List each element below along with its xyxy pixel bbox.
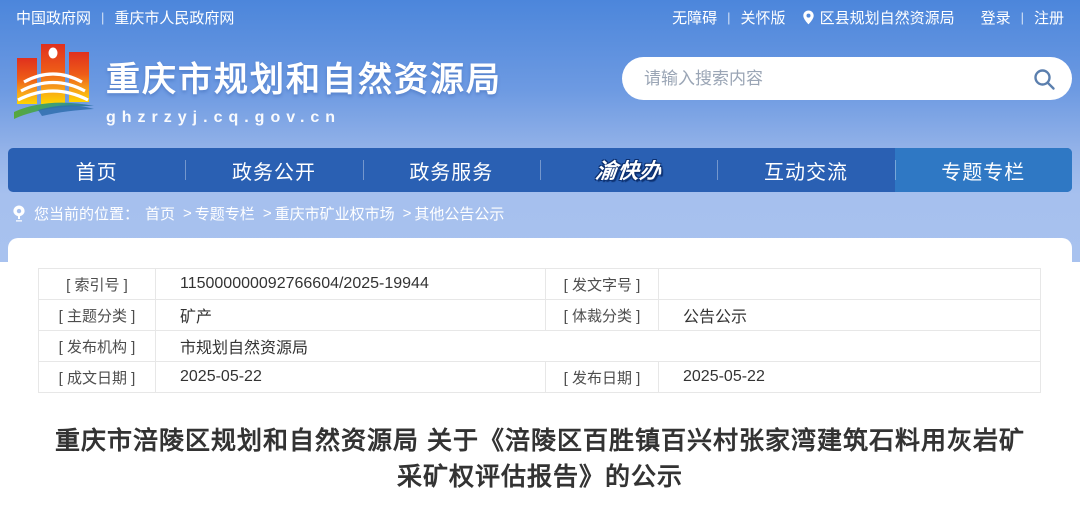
- crumb-other-notices[interactable]: 其他公告公示: [414, 203, 504, 224]
- meta-value-publish-date: 2025-05-22: [659, 362, 1041, 393]
- meta-value-doc-no: [659, 269, 1041, 300]
- crumb-special-topics[interactable]: 专题专栏: [195, 203, 255, 224]
- breadcrumb-prefix: 您当前的位置：: [34, 203, 139, 224]
- breadcrumb-separator: >: [403, 205, 412, 222]
- table-row: [ 主题分类 ] 矿产 [ 体裁分类 ] 公告公示: [39, 300, 1041, 331]
- table-row: [ 发布机构 ] 市规划自然资源局: [39, 331, 1041, 362]
- meta-label-topic-class: [ 主题分类 ]: [39, 300, 156, 331]
- main-nav: 首页 政务公开 政务服务 渝快办 互动交流 专题专栏: [8, 148, 1072, 192]
- topbar-left-links: 中国政府网 | 重庆市人民政府网: [16, 7, 234, 28]
- nav-label: 互动交流: [764, 156, 848, 185]
- nav-label: 政务服务: [409, 156, 493, 185]
- crumb-home[interactable]: 首页: [145, 203, 175, 224]
- crumb-mining-rights-market[interactable]: 重庆市矿业权市场: [275, 203, 395, 224]
- link-care-version[interactable]: 关怀版: [741, 7, 786, 28]
- site-title: 重庆市规划和自然资源局: [106, 52, 502, 101]
- article-title-line2: 采矿权评估报告》的公示: [8, 459, 1072, 495]
- table-row: [ 索引号 ] 115000000092766604/2025-19944 [ …: [39, 269, 1041, 300]
- meta-label-written-date: [ 成文日期 ]: [39, 362, 156, 393]
- location-pin-icon: [12, 205, 26, 222]
- divider: |: [101, 10, 104, 25]
- yukuaiban-logo: 渝快办: [594, 155, 664, 185]
- article-title-line1: 重庆市涪陵区规划和自然资源局 关于《涪陵区百胜镇百兴村张家湾建筑石料用灰岩矿: [8, 423, 1072, 459]
- link-district-bureaus[interactable]: 区县规划自然资源局: [820, 7, 955, 28]
- location-pin-icon: [802, 10, 815, 25]
- brand-text: 重庆市规划和自然资源局 ghzrzyj.cq.gov.cn: [106, 40, 502, 127]
- nav-interaction[interactable]: 互动交流: [717, 148, 894, 192]
- nav-label: 专题专栏: [941, 156, 1025, 185]
- link-china-gov[interactable]: 中国政府网: [16, 7, 91, 28]
- breadcrumb: 您当前的位置： 首页 > 专题专栏 > 重庆市矿业权市场 > 其他公告公示: [12, 203, 504, 224]
- meta-label-doc-no: [ 发文字号 ]: [546, 269, 659, 300]
- meta-label-index-no: [ 索引号 ]: [39, 269, 156, 300]
- meta-label-publish-date: [ 发布日期 ]: [546, 362, 659, 393]
- bureau-logo-icon: [14, 40, 94, 129]
- breadcrumb-separator: >: [183, 205, 192, 222]
- divider: |: [727, 10, 730, 25]
- document-meta-table: [ 索引号 ] 115000000092766604/2025-19944 [ …: [38, 268, 1041, 393]
- register-button[interactable]: 注册: [1034, 7, 1064, 28]
- meta-value-index-no: 115000000092766604/2025-19944: [156, 269, 546, 300]
- nav-label: 首页: [76, 156, 118, 185]
- nav-gov-services[interactable]: 政务服务: [363, 148, 540, 192]
- meta-value-topic-class: 矿产: [156, 300, 546, 331]
- content-card: [ 索引号 ] 115000000092766604/2025-19944 [ …: [8, 238, 1072, 515]
- search-icon[interactable]: [1032, 67, 1056, 91]
- nav-gov-disclosure[interactable]: 政务公开: [185, 148, 362, 192]
- site-header: 重庆市规划和自然资源局 ghzrzyj.cq.gov.cn: [14, 40, 502, 129]
- nav-home[interactable]: 首页: [8, 148, 185, 192]
- nav-yukuaiban[interactable]: 渝快办: [540, 148, 717, 192]
- search-bar[interactable]: [622, 57, 1072, 100]
- search-input[interactable]: [644, 69, 1032, 89]
- nav-label: 政务公开: [232, 156, 316, 185]
- top-utility-bar: 中国政府网 | 重庆市人民政府网 无障碍 | 关怀版 区县规划自然资源局 登录 …: [0, 0, 1080, 34]
- table-row: [ 成文日期 ] 2025-05-22 [ 发布日期 ] 2025-05-22: [39, 362, 1041, 393]
- divider: |: [1021, 10, 1024, 25]
- meta-value-genre-class: 公告公示: [659, 300, 1041, 331]
- meta-label-genre-class: [ 体裁分类 ]: [546, 300, 659, 331]
- breadcrumb-separator: >: [263, 205, 272, 222]
- topbar-right-links: 无障碍 | 关怀版 区县规划自然资源局 登录 | 注册: [672, 7, 1064, 28]
- site-url: ghzrzyj.cq.gov.cn: [106, 109, 502, 127]
- link-chongqing-gov[interactable]: 重庆市人民政府网: [114, 7, 234, 28]
- meta-label-issuing-agency: [ 发布机构 ]: [39, 331, 156, 362]
- nav-special-topics[interactable]: 专题专栏: [895, 148, 1072, 192]
- login-button[interactable]: 登录: [981, 7, 1011, 28]
- article-title: 重庆市涪陵区规划和自然资源局 关于《涪陵区百胜镇百兴村张家湾建筑石料用灰岩矿 采…: [8, 423, 1072, 495]
- meta-value-issuing-agency: 市规划自然资源局: [156, 331, 1041, 362]
- meta-value-written-date: 2025-05-22: [156, 362, 546, 393]
- link-accessibility[interactable]: 无障碍: [672, 7, 717, 28]
